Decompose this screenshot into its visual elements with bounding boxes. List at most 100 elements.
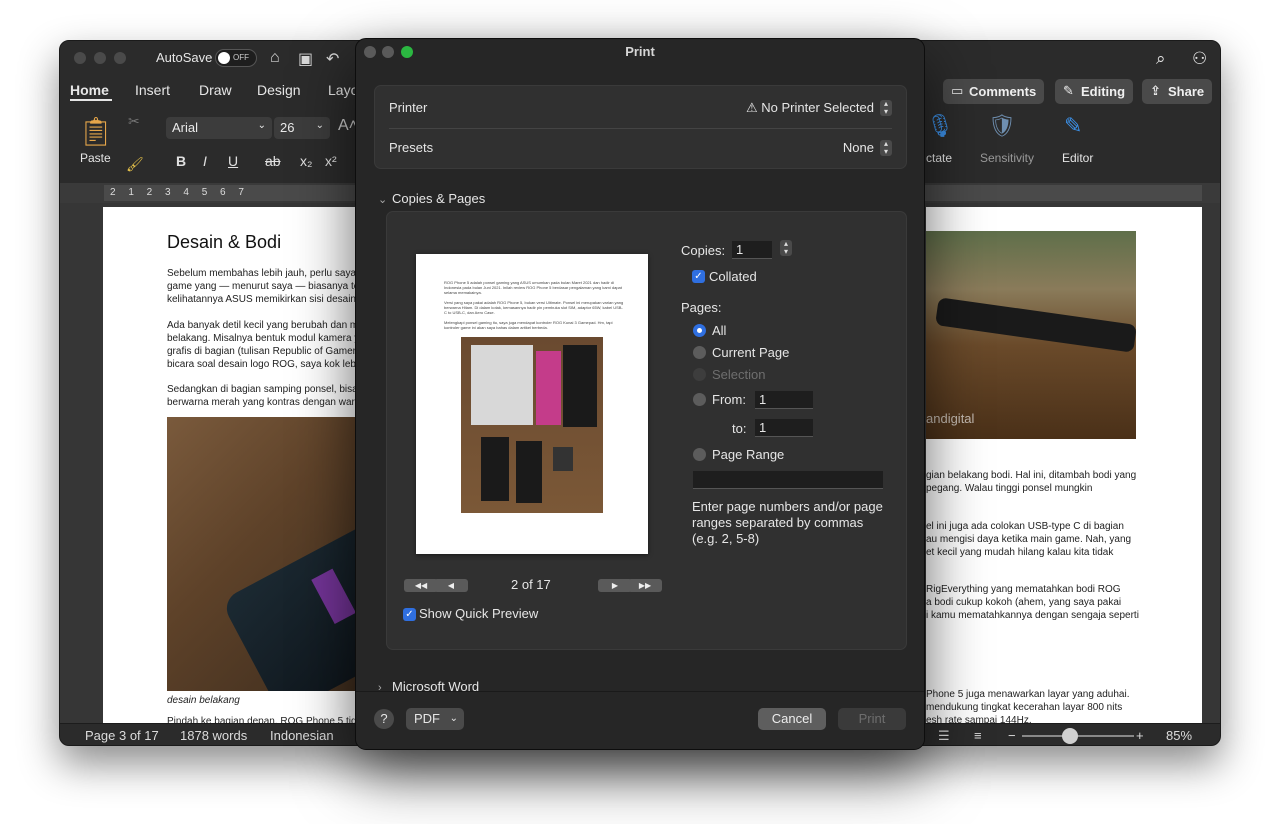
font-size-value: 26 [280,120,295,135]
doc-photo-side[interactable]: andigital [926,231,1136,439]
last-page-button[interactable]: ▶▶ [628,579,662,592]
phone-side-image [935,297,1136,353]
cancel-button[interactable]: Cancel [758,708,826,730]
autosave-label: AutoSave [156,50,213,65]
collated-label[interactable]: Collated [709,269,757,284]
strikethrough-icon[interactable]: ab [265,153,281,169]
zoom-slider-knob[interactable] [1062,728,1078,744]
autosave-toggle[interactable]: OFF [215,49,257,67]
tab-home[interactable]: Home [70,82,109,98]
print-dialog: Print Printer ⚠ No Printer Selected ▴ ▾ P… [355,38,925,750]
radio-all-label[interactable]: All [712,323,726,338]
radio-current-page[interactable] [693,346,706,359]
chevron-down-icon: ⌄ [315,120,324,131]
doc-line: Sebelum membahas lebih jauh, perlu saya [167,268,356,279]
comments-button[interactable]: ▭ Comments [943,79,1045,104]
radio-from[interactable] [693,393,706,406]
superscript-icon[interactable]: x² [325,153,337,169]
home-icon[interactable]: ⌂ [270,49,280,67]
print-button[interactable]: Print [838,708,906,730]
page-range-field[interactable] [693,471,883,489]
underline-icon[interactable]: U [228,153,238,169]
quick-preview-label[interactable]: Show Quick Preview [419,606,538,621]
quick-preview-checkbox[interactable]: ✓ [403,608,416,621]
first-page-button[interactable]: ◀◀ [404,579,438,592]
zoom-slider-track[interactable] [1022,735,1134,737]
zoom-in-icon[interactable]: + [1136,728,1144,743]
format-painter-icon[interactable]: 🖌︎ [126,156,144,173]
active-tab-indicator [70,99,112,101]
tab-design[interactable]: Design [257,82,301,98]
cut-icon[interactable]: ✂ [128,113,140,130]
copies-label: Copies: [681,243,726,258]
radio-page-range-label[interactable]: Page Range [712,447,784,462]
radio-page-range[interactable] [693,448,706,461]
tab-layout[interactable]: Layo [328,82,358,98]
copies-field[interactable]: 1 [732,241,772,259]
radio-from-label[interactable]: From: [712,392,746,407]
tab-draw[interactable]: Draw [199,82,232,98]
minimize-window-icon[interactable] [94,52,106,64]
save-icon[interactable]: ▣ [298,49,313,69]
zoom-out-icon[interactable]: − [1008,728,1016,743]
help-button[interactable]: ? [374,709,394,729]
status-language[interactable]: Indonesian [270,728,334,743]
divider [389,128,892,129]
doc-line: mendukung tingkat kecerahan layar 800 ni… [926,702,1123,713]
radio-current-page-label[interactable]: Current Page [712,345,789,360]
chevron-down-icon: ⌄ [449,713,458,724]
clipboard-icon[interactable]: 📋︎ [78,115,114,148]
share-icon: ⇪ [1150,83,1161,98]
printer-select[interactable]: ⚠ No Printer Selected [746,100,874,116]
editing-button[interactable]: ✎ Editing [1055,79,1134,104]
editor-label[interactable]: Editor [1062,151,1093,165]
subscript-icon[interactable]: x₂ [300,153,312,169]
copies-value: 1 [736,242,744,257]
share-button[interactable]: ⇪ Share [1142,79,1213,104]
undo-icon[interactable]: ↶ [326,49,339,69]
zoom-window-icon[interactable] [114,52,126,64]
dictate-label[interactable]: ctate [926,151,952,165]
editor-icon[interactable]: ✎ [1064,113,1082,139]
preview-image [461,337,603,513]
tab-insert[interactable]: Insert [135,82,170,98]
previous-page-button[interactable]: ◀ [434,579,468,592]
presets-stepper-icon[interactable]: ▴ ▾ [880,140,892,156]
outline-view-icon[interactable]: ☰ [938,728,950,744]
sensitivity-label[interactable]: Sensitivity [980,151,1034,165]
zoom-level[interactable]: 85% [1166,728,1192,743]
doc-line: pegang. Walau tinggi ponsel mungkin [926,483,1093,494]
presets-value[interactable]: None [843,140,874,155]
sensitivity-icon[interactable]: 🛡︎ [988,113,1016,139]
to-field[interactable]: 1 [755,419,813,437]
status-word-count[interactable]: 1878 words [180,728,247,743]
copies-pages-disclosure[interactable]: ⌄ Copies & Pages [378,191,485,206]
from-value: 1 [759,392,767,407]
pdf-menu-button[interactable]: PDF ⌄ [406,708,464,730]
next-page-button[interactable]: ▶ [598,579,632,592]
font-name-select[interactable]: Arial ⌄ [166,117,272,139]
close-window-icon[interactable] [74,52,86,64]
comment-icon: ▭ [951,83,964,98]
status-page-count[interactable]: Page 3 of 17 [85,728,159,743]
preview-box [553,447,573,471]
from-field[interactable]: 1 [755,391,813,409]
paste-label[interactable]: Paste [80,151,111,165]
to-value: 1 [759,420,767,435]
font-size-select[interactable]: 26 ⌄ [274,117,330,139]
italic-icon[interactable]: I [203,153,207,169]
print-layout-icon[interactable]: ≡ [974,728,982,743]
bold-icon[interactable]: B [176,153,186,169]
document-page-right[interactable]: andigital gian belakang bodi. Hal ini, d… [926,207,1202,727]
microphone-icon[interactable]: 🎙︎ [926,113,954,139]
dialog-footer: ? PDF ⌄ Cancel Print [356,691,924,749]
search-icon[interactable]: ⌕ [1156,49,1166,69]
printer-stepper-icon[interactable]: ▴ ▾ [880,100,892,116]
doc-line: bicara soal desain logo ROG, saya kok le… [167,359,359,370]
copies-stepper-icon[interactable]: ▴ ▾ [780,240,792,256]
account-icon[interactable]: ⚇ [1192,49,1207,69]
collated-checkbox[interactable]: ✓ [692,270,705,283]
radio-all[interactable] [693,324,706,337]
doc-line: berwarna merah yang kontras dengan warn [167,397,361,408]
dialog-title: Print [625,44,655,59]
